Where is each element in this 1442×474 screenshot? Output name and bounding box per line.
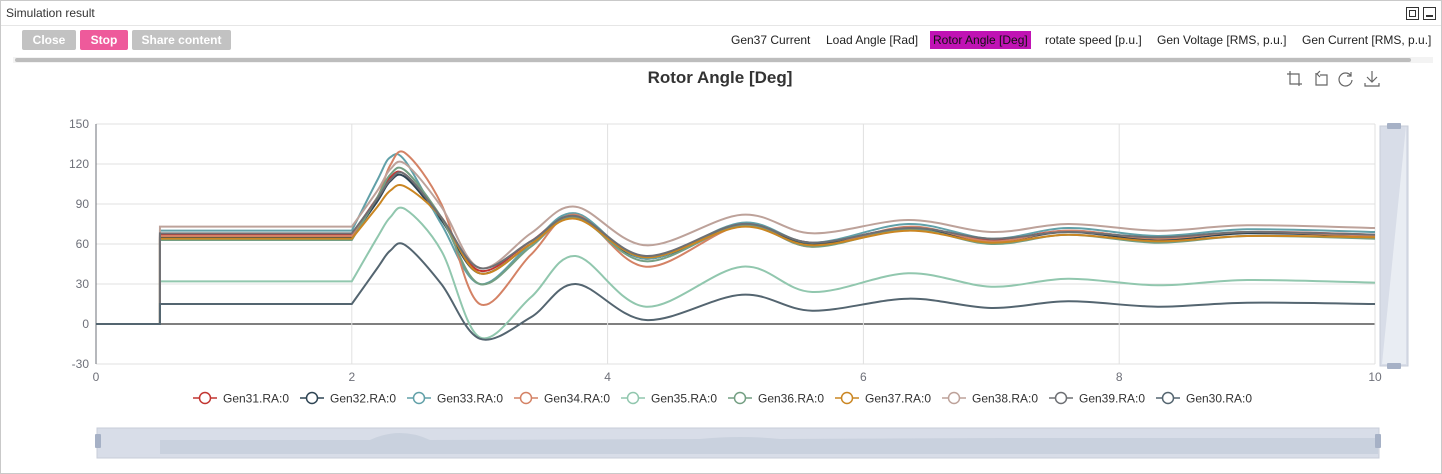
x-tick-label: 8: [1116, 370, 1123, 384]
series-line-gen31-ra-0: [96, 170, 1376, 325]
plot-area: [96, 150, 1376, 341]
legend-item[interactable]: Gen37.RA:0: [835, 392, 931, 406]
y-tick-label: 60: [76, 237, 90, 251]
series-line-gen32-ra-0: [96, 173, 1376, 325]
legend-marker-icon: [305, 391, 319, 405]
scrollbar-thumb[interactable]: [15, 58, 1411, 62]
legend-label: Gen33.RA:0: [437, 392, 503, 406]
horizontal-scrollbar[interactable]: [13, 57, 1433, 63]
tab-gen-voltage[interactable]: Gen Voltage [RMS, p.u.]: [1154, 31, 1289, 49]
x-datazoom-slider[interactable]: [95, 427, 1381, 459]
legend-item[interactable]: Gen39.RA:0: [1049, 392, 1145, 406]
legend-item[interactable]: Gen30.RA:0: [1156, 392, 1252, 406]
x-tick-label: 10: [1368, 370, 1382, 384]
y-tick-label: 90: [76, 197, 90, 211]
y-tick-label: 150: [69, 117, 89, 131]
series-line-gen30-ra-0: [96, 242, 1376, 341]
legend-label: Gen30.RA:0: [1186, 392, 1252, 406]
y-tick-label: 120: [69, 157, 89, 171]
y-tick-label: 0: [82, 317, 89, 331]
tab-rotor-angle[interactable]: Rotor Angle [Deg]: [930, 31, 1031, 49]
x-datazoom-handle-left[interactable]: [95, 434, 101, 448]
legend-label: Gen34.RA:0: [544, 392, 610, 406]
legend-item[interactable]: Gen38.RA:0: [942, 392, 1038, 406]
legend-label: Gen39.RA:0: [1079, 392, 1145, 406]
share-content-button[interactable]: Share content: [132, 30, 231, 50]
series-line-gen38-ra-0: [96, 160, 1376, 325]
legend-marker-icon: [1054, 391, 1068, 405]
legend-item[interactable]: Gen32.RA:0: [300, 392, 396, 406]
x-tick-label: 0: [93, 370, 100, 384]
rotor-angle-chart: Rotor Angle [Deg] -3003060901201500 2 4 6 8 1…: [69, 68, 1409, 459]
tab-gen37-current[interactable]: Gen37 Current: [728, 31, 813, 49]
legend-marker-icon: [412, 391, 426, 405]
y-tick-label: 30: [76, 277, 90, 291]
legend-marker-icon: [947, 391, 961, 405]
chart-legend: Gen31.RA:0 Gen32.RA:0 Gen33.RA:0 Gen34.RA:0…: [193, 392, 1252, 406]
chart-title: Rotor Angle [Deg]: [648, 68, 793, 87]
legend-label: Gen32.RA:0: [330, 392, 396, 406]
legend-label: Gen37.RA:0: [865, 392, 931, 406]
y-datazoom-handle-bottom[interactable]: [1387, 363, 1401, 369]
zoom-icon[interactable]: [1287, 71, 1302, 86]
legend-item[interactable]: Gen36.RA:0: [728, 392, 824, 406]
legend-marker-icon: [840, 391, 854, 405]
download-icon[interactable]: [1364, 71, 1380, 87]
tab-gen-current[interactable]: Gen Current [RMS, p.u.]: [1299, 31, 1434, 49]
x-tick-label: 6: [860, 370, 867, 384]
legend-item[interactable]: Gen35.RA:0: [621, 392, 717, 406]
zoom-reset-icon[interactable]: [1315, 70, 1328, 86]
legend-label: Gen31.RA:0: [223, 392, 289, 406]
axis-labels: -3003060901201500 2 4 6 8 10: [69, 117, 1382, 384]
legend-item[interactable]: Gen31.RA:0: [193, 392, 289, 406]
legend-marker-icon: [626, 391, 640, 405]
y-tick-label: -30: [72, 357, 90, 371]
legend-marker-icon: [198, 391, 212, 405]
legend-label: Gen38.RA:0: [972, 392, 1038, 406]
window-titlebar: Simulation result: [1, 1, 1441, 26]
restore-icon[interactable]: [1338, 72, 1353, 87]
x-datazoom-handle-right[interactable]: [1375, 434, 1381, 448]
tab-load-angle[interactable]: Load Angle [Rad]: [823, 31, 921, 49]
minimize-window-icon[interactable]: [1423, 7, 1436, 20]
tab-rotate-speed[interactable]: rotate speed [p.u.]: [1042, 31, 1145, 49]
chart-grid: [95, 123, 1376, 365]
restore-window-icon[interactable]: [1406, 7, 1419, 20]
series-line-gen36-ra-0: [96, 166, 1376, 325]
legend-marker-icon: [1161, 391, 1175, 405]
legend-marker-icon: [733, 391, 747, 405]
x-tick-label: 4: [604, 370, 611, 384]
legend-marker-icon: [519, 391, 533, 405]
legend-item[interactable]: Gen33.RA:0: [407, 392, 503, 406]
y-datazoom-slider[interactable]: [1379, 123, 1409, 369]
y-datazoom-handle-top[interactable]: [1387, 123, 1401, 129]
legend-item[interactable]: Gen34.RA:0: [514, 392, 610, 406]
series-line-gen39-ra-0: [96, 171, 1376, 325]
x-tick-label: 2: [348, 370, 355, 384]
window-title: Simulation result: [6, 6, 95, 20]
legend-label: Gen35.RA:0: [651, 392, 717, 406]
close-button[interactable]: Close: [22, 30, 76, 50]
stop-button[interactable]: Stop: [80, 30, 128, 50]
legend-label: Gen36.RA:0: [758, 392, 824, 406]
